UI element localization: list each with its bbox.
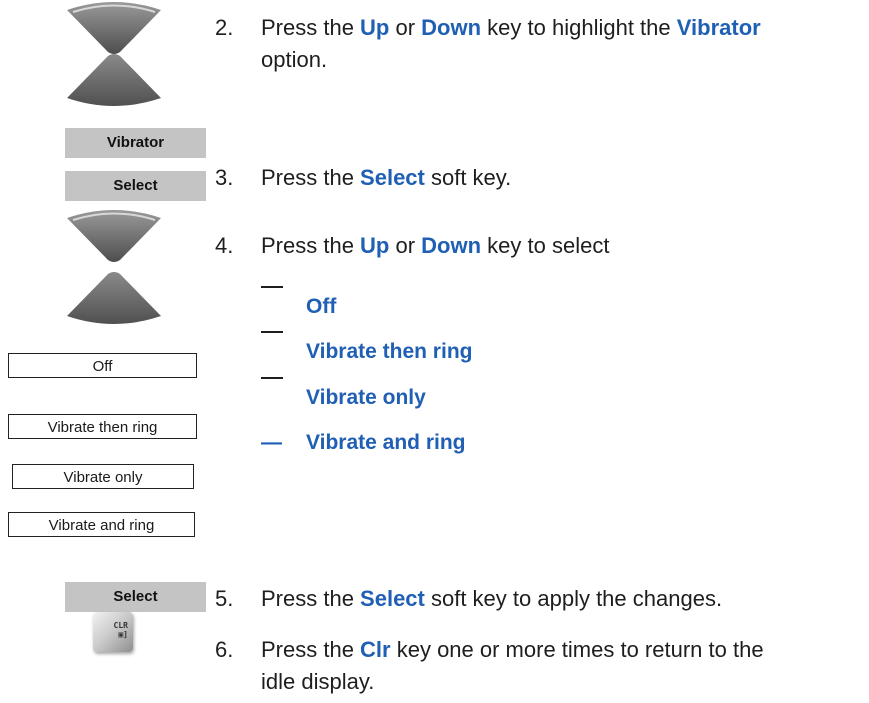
step-text: key one or more times to return to the <box>390 637 764 662</box>
step-text: Press the <box>261 165 361 190</box>
keyword-select: Select <box>360 586 425 611</box>
keyword-up: Up <box>360 15 390 40</box>
keyword-select: Select <box>360 165 425 190</box>
step-text: option. <box>261 47 328 72</box>
step-3: 3. Press the Select soft key. <box>215 162 865 196</box>
keyword-vibrator: Vibrator <box>676 15 761 40</box>
select-softkey-1: Select <box>65 171 206 201</box>
step-number: 2. <box>215 15 234 40</box>
option-box-vibrate-only: Vibrate only <box>12 464 194 489</box>
step-text: key to highlight the <box>481 15 677 40</box>
keyword-down: Down <box>421 15 482 40</box>
step-text: key to select <box>481 233 610 258</box>
bullet-label: Vibrate only <box>306 386 426 409</box>
up-key-icon <box>65 50 163 108</box>
keyword-up: Up <box>360 233 390 258</box>
clr-key-symbol: ▣] <box>118 630 128 639</box>
step-text: Press the <box>261 586 361 611</box>
dash-marker <box>261 331 283 333</box>
dash-marker <box>261 377 283 379</box>
bullet-vibrate-and-ring: — Vibrate and ring <box>261 428 661 458</box>
option-box-vibrate-and-ring: Vibrate and ring <box>8 512 195 537</box>
select-softkey-2: Select <box>65 582 206 612</box>
step-text: soft key. <box>424 165 512 190</box>
option-box-vibrate-then-ring: Vibrate then ring <box>8 414 197 439</box>
up-key-icon <box>65 268 163 326</box>
keyword-clr: Clr <box>360 637 391 662</box>
step-text: Press the <box>261 637 361 662</box>
step-text: or <box>389 233 422 258</box>
step-number: 5. <box>215 586 234 611</box>
step-text: soft key to apply the changes. <box>424 586 723 611</box>
dash-marker: — <box>261 431 282 454</box>
bullet-vibrate-then-ring: Vibrate then ring <box>261 331 661 367</box>
bullet-vibrate-only: Vibrate only <box>261 377 661 413</box>
step-text: Press the <box>261 233 361 258</box>
step-number: 6. <box>215 637 234 662</box>
step-2: 2. Press the Up or Down key to highlight… <box>215 12 865 76</box>
step-5: 5. Press the Select soft key to apply th… <box>215 583 865 617</box>
bullet-label: Vibrate and ring <box>306 431 466 454</box>
step-text: idle display. <box>261 669 375 694</box>
vibrator-screen-label: Vibrator <box>65 128 206 158</box>
down-key-icon <box>65 208 163 266</box>
bullet-label: Vibrate then ring <box>306 340 473 363</box>
bullet-off: Off <box>261 286 661 322</box>
step-text: Press the <box>261 15 361 40</box>
step-6: 6. Press the Clr key one or more times t… <box>215 634 865 700</box>
bullet-label: Off <box>306 295 337 318</box>
clr-key-label: CLR <box>113 621 128 630</box>
keyword-down: Down <box>421 233 482 258</box>
clr-key-icon: CLR ▣] <box>93 612 133 652</box>
option-box-off: Off <box>8 353 197 378</box>
dash-marker <box>261 286 283 288</box>
step-text: or <box>389 15 422 40</box>
step-number: 3. <box>215 165 234 190</box>
step-4: 4. Press the Up or Down key to select <box>215 230 865 264</box>
step-number: 4. <box>215 233 234 258</box>
